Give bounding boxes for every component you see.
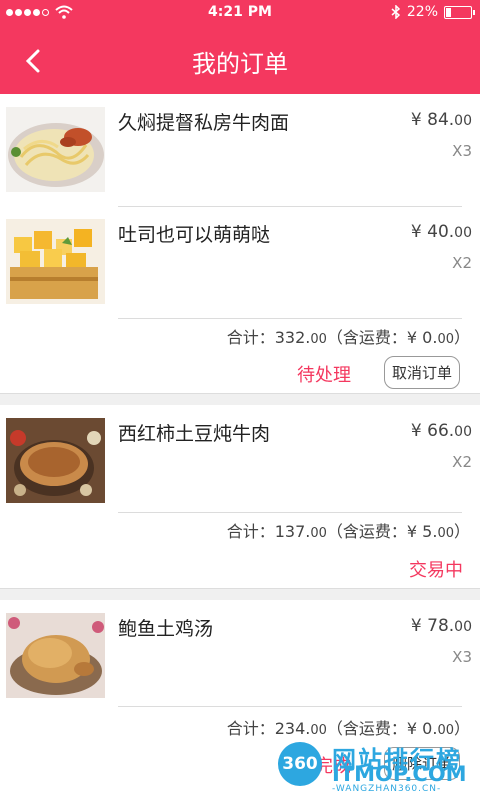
- watermark-badge: 360: [278, 742, 322, 786]
- dish-quantity: X2: [452, 453, 472, 471]
- divider: [118, 512, 462, 513]
- status-bar: 4:21 PM 22%: [0, 0, 480, 26]
- order-item[interactable]: 西红柿土豆炖牛肉 ¥ 66.00 X2: [0, 405, 480, 517]
- order-item[interactable]: 吐司也可以萌萌哒 ¥ 40.00 X2: [0, 206, 480, 318]
- order-total: 合计：234.00（含运费：¥ 0.00）: [226, 719, 470, 738]
- bluetooth-icon: [391, 5, 400, 19]
- battery-percent: 22%: [406, 4, 438, 20]
- dish-quantity: X3: [452, 142, 472, 160]
- order-card: 西红柿土豆炖牛肉 ¥ 66.00 X2 合计：137.00（含运费：¥ 5.00…: [0, 405, 480, 588]
- battery-icon: [444, 5, 475, 19]
- dish-price: ¥ 40.00: [410, 222, 472, 242]
- dish-name: 久焖提督私房牛肉面: [118, 112, 290, 134]
- dish-price: ¥ 66.00: [410, 421, 472, 441]
- divider: [118, 706, 462, 707]
- dish-price: ¥ 84.00: [410, 110, 472, 130]
- order-status: 待处理: [297, 365, 351, 386]
- order-status: 交易中: [409, 560, 463, 581]
- dish-image: [6, 219, 105, 304]
- dish-image: [6, 613, 105, 698]
- dish-name: 西红柿土豆炖牛肉: [118, 423, 271, 445]
- divider: [118, 318, 462, 319]
- order-item[interactable]: 鲍鱼土鸡汤 ¥ 78.00 X3: [0, 600, 480, 712]
- page-title: 我的订单: [192, 50, 288, 78]
- dish-image: [6, 418, 105, 503]
- nav-bar: 我的订单: [0, 26, 480, 94]
- dish-quantity: X3: [452, 648, 472, 666]
- watermark-subtext: -WANGZHAN360.CN-: [332, 784, 442, 794]
- watermark-domain: ITMOP.COM: [332, 762, 467, 786]
- order-item[interactable]: 久焖提督私房牛肉面 ¥ 84.00 X3: [0, 94, 480, 206]
- dish-price: ¥ 78.00: [410, 616, 472, 636]
- dish-quantity: X2: [452, 254, 472, 272]
- order-card: 久焖提督私房牛肉面 ¥ 84.00 X3 吐司也可以萌萌哒 ¥ 40.00 X2: [0, 94, 480, 393]
- watermark-logo: 360 网站排行榜 ITMOP.COM -WANGZHAN360.CN-: [272, 740, 480, 798]
- dish-name: 鲍鱼土鸡汤: [118, 618, 214, 640]
- order-total: 合计：137.00（含运费：¥ 5.00）: [226, 522, 470, 541]
- dish-image: [6, 107, 105, 192]
- cancel-order-button[interactable]: 取消订单: [384, 356, 461, 389]
- order-total: 合计：332.00（含运费：¥ 0.00）: [226, 328, 470, 347]
- dish-name: 吐司也可以萌萌哒: [118, 224, 271, 246]
